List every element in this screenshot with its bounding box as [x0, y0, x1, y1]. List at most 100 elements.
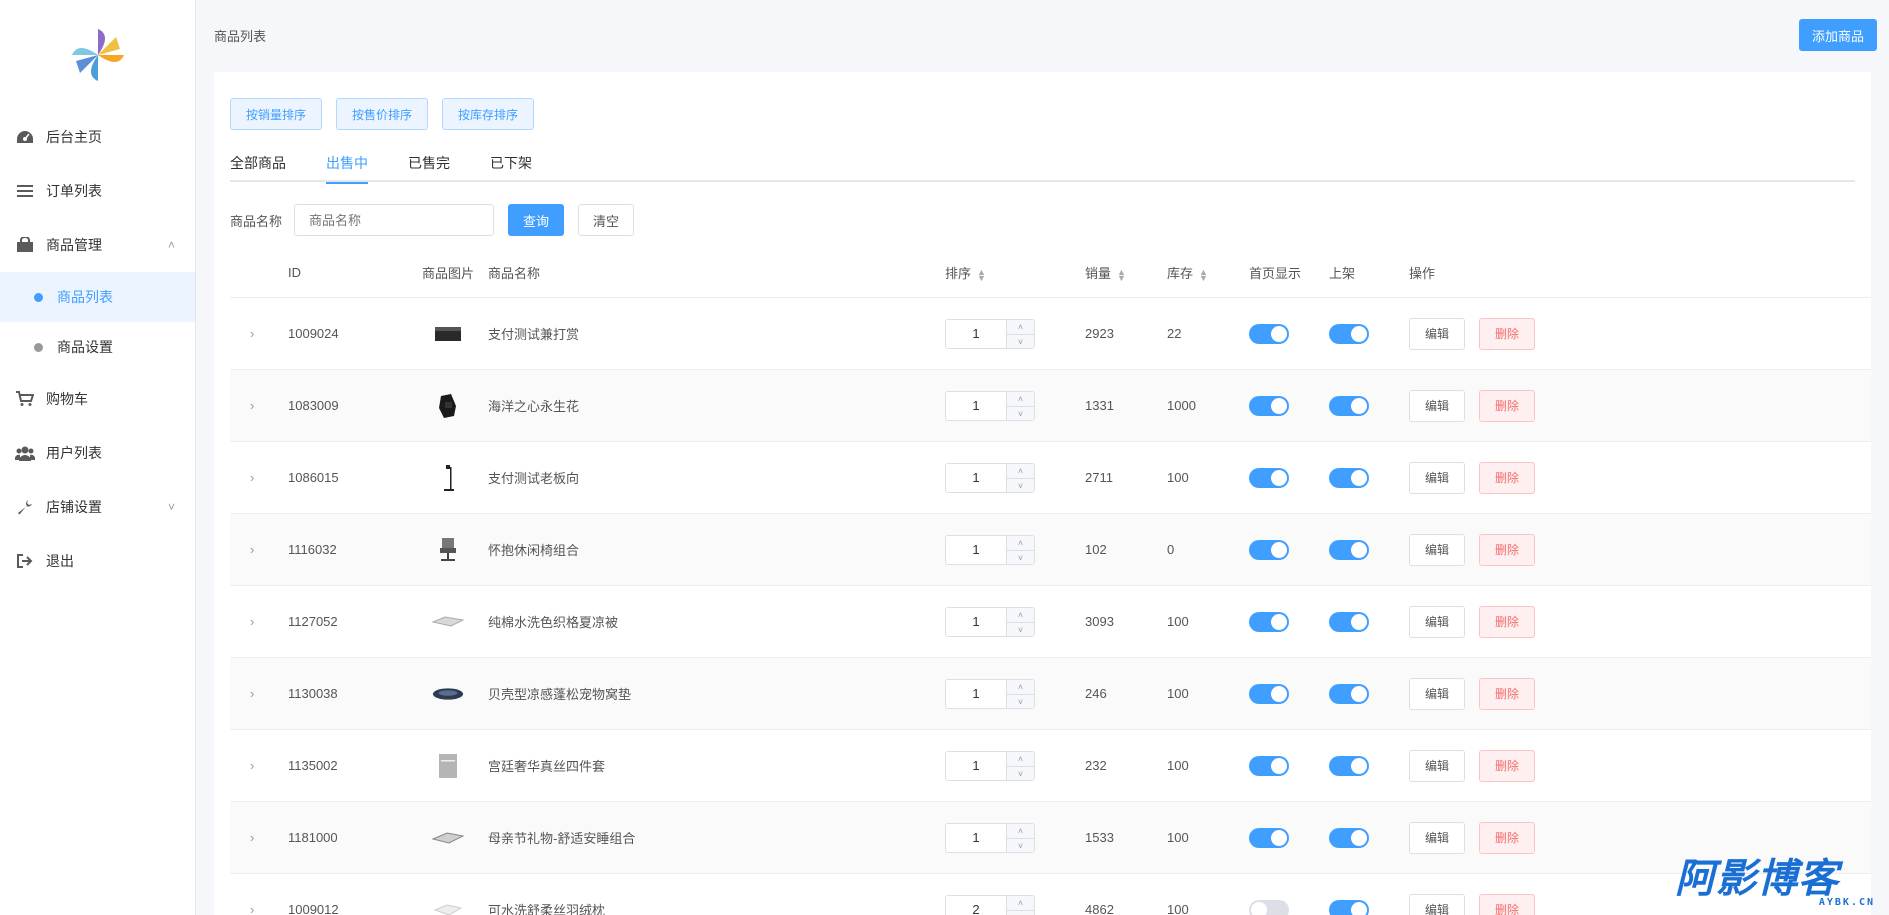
home-display-switch[interactable] — [1249, 683, 1289, 704]
decrement-icon[interactable]: ˅ — [1007, 479, 1034, 493]
home-display-switch[interactable] — [1249, 611, 1289, 632]
delete-button[interactable]: 删除 — [1479, 821, 1535, 854]
decrement-icon[interactable]: ˅ — [1007, 335, 1034, 349]
sort-value[interactable]: 1 — [946, 536, 1006, 564]
sort-stepper[interactable]: 1 ˄ ˅ — [945, 822, 1035, 853]
sidebar-subitem-goods-list[interactable]: 商品列表 — [0, 272, 195, 322]
delete-button[interactable]: 删除 — [1479, 677, 1535, 710]
home-display-switch[interactable] — [1249, 899, 1289, 915]
decrement-icon[interactable]: ˅ — [1007, 551, 1034, 565]
edit-button[interactable]: 编辑 — [1409, 533, 1465, 566]
home-display-switch[interactable] — [1249, 395, 1289, 416]
col-sort[interactable]: 排序 ▲ ▼ — [945, 263, 1085, 282]
decrement-icon[interactable]: ˅ — [1007, 839, 1034, 853]
increment-icon[interactable]: ˄ — [1007, 608, 1034, 623]
expand-chevron-icon[interactable]: › — [230, 542, 288, 557]
decrement-icon[interactable]: ˅ — [1007, 623, 1034, 637]
delete-button[interactable]: 删除 — [1479, 749, 1535, 782]
sidebar-item-logout[interactable]: 退出 — [0, 534, 195, 588]
tab-off-shelf[interactable]: 已下架 — [470, 152, 552, 182]
sidebar-subitem-goods-settings[interactable]: 商品设置 — [0, 322, 195, 372]
on-shelf-switch[interactable] — [1329, 611, 1369, 632]
expand-chevron-icon[interactable]: › — [230, 470, 288, 485]
delete-button[interactable]: 删除 — [1479, 461, 1535, 494]
on-shelf-switch[interactable] — [1329, 323, 1369, 344]
sort-value[interactable]: 1 — [946, 680, 1006, 708]
increment-icon[interactable]: ˄ — [1007, 680, 1034, 695]
sort-value[interactable]: 1 — [946, 824, 1006, 852]
sort-by-price-button[interactable]: 按售价排序 — [336, 98, 429, 130]
tab-all-goods[interactable]: 全部商品 — [230, 152, 306, 182]
col-sales[interactable]: 销量 ▲ ▼ — [1085, 263, 1167, 282]
expand-chevron-icon[interactable]: › — [230, 398, 288, 413]
sidebar-item-dashboard[interactable]: 后台主页 — [0, 110, 195, 164]
sort-stepper[interactable]: 1 ˄ ˅ — [945, 318, 1035, 349]
home-display-switch[interactable] — [1249, 323, 1289, 344]
edit-button[interactable]: 编辑 — [1409, 821, 1465, 854]
sort-by-stock-button[interactable]: 按库存排序 — [442, 98, 535, 130]
on-shelf-switch[interactable] — [1329, 755, 1369, 776]
sort-stepper[interactable]: 1 ˄ ˅ — [945, 390, 1035, 421]
expand-chevron-icon[interactable]: › — [230, 758, 288, 773]
on-shelf-switch[interactable] — [1329, 683, 1369, 704]
home-display-switch[interactable] — [1249, 539, 1289, 560]
edit-button[interactable]: 编辑 — [1409, 605, 1465, 638]
increment-icon[interactable]: ˄ — [1007, 752, 1034, 767]
sidebar-item-cart[interactable]: 购物车 — [0, 372, 195, 426]
delete-button[interactable]: 删除 — [1479, 317, 1535, 350]
goods-name-input[interactable] — [294, 204, 495, 236]
tab-sold-out[interactable]: 已售完 — [388, 152, 470, 182]
increment-icon[interactable]: ˄ — [1007, 536, 1034, 551]
expand-chevron-icon[interactable]: › — [230, 830, 288, 845]
expand-chevron-icon[interactable]: › — [230, 614, 288, 629]
edit-button[interactable]: 编辑 — [1409, 317, 1465, 350]
decrement-icon[interactable]: ˅ — [1007, 911, 1034, 915]
on-shelf-switch[interactable] — [1329, 395, 1369, 416]
increment-icon[interactable]: ˄ — [1007, 896, 1034, 911]
increment-icon[interactable]: ˄ — [1007, 464, 1034, 479]
sort-caret-icon[interactable]: ▲ ▼ — [1199, 267, 1208, 282]
sort-value[interactable]: 1 — [946, 608, 1006, 636]
edit-button[interactable]: 编辑 — [1409, 749, 1465, 782]
expand-chevron-icon[interactable]: › — [230, 686, 288, 701]
expand-chevron-icon[interactable]: › — [230, 902, 288, 915]
sort-value[interactable]: 1 — [946, 752, 1006, 780]
home-display-switch[interactable] — [1249, 467, 1289, 488]
edit-button[interactable]: 编辑 — [1409, 389, 1465, 422]
sort-caret-icon[interactable]: ▲ ▼ — [1117, 267, 1126, 282]
decrement-icon[interactable]: ˅ — [1007, 695, 1034, 709]
home-display-switch[interactable] — [1249, 755, 1289, 776]
sort-value[interactable]: 1 — [946, 392, 1006, 420]
expand-chevron-icon[interactable]: › — [230, 326, 288, 341]
decrement-icon[interactable]: ˅ — [1007, 767, 1034, 781]
decrement-icon[interactable]: ˅ — [1007, 407, 1034, 421]
sort-stepper[interactable]: 1 ˄ ˅ — [945, 606, 1035, 637]
sidebar-item-goods-manage[interactable]: 商品管理 ˄ — [0, 218, 195, 272]
sort-stepper[interactable]: 1 ˄ ˅ — [945, 678, 1035, 709]
increment-icon[interactable]: ˄ — [1007, 392, 1034, 407]
on-shelf-switch[interactable] — [1329, 899, 1369, 915]
logo[interactable] — [0, 0, 195, 110]
tab-on-sale[interactable]: 出售中 — [306, 152, 388, 184]
increment-icon[interactable]: ˄ — [1007, 320, 1034, 335]
col-stock[interactable]: 库存 ▲ ▼ — [1167, 263, 1249, 282]
sort-value[interactable]: 2 — [946, 896, 1006, 915]
edit-button[interactable]: 编辑 — [1409, 893, 1465, 915]
sidebar-item-orders[interactable]: 订单列表 — [0, 164, 195, 218]
sort-caret-icon[interactable]: ▲ ▼ — [977, 267, 986, 282]
sort-stepper[interactable]: 2˄˅ — [945, 894, 1035, 915]
edit-button[interactable]: 编辑 — [1409, 461, 1465, 494]
sort-stepper[interactable]: 1 ˄ ˅ — [945, 534, 1035, 565]
sort-value[interactable]: 1 — [946, 320, 1006, 348]
on-shelf-switch[interactable] — [1329, 827, 1369, 848]
edit-button[interactable]: 编辑 — [1409, 677, 1465, 710]
increment-icon[interactable]: ˄ — [1007, 824, 1034, 839]
query-button[interactable]: 查询 — [508, 204, 565, 236]
sidebar-item-shop-settings[interactable]: 店铺设置 ˅ — [0, 480, 195, 534]
delete-button[interactable]: 删除 — [1479, 893, 1535, 915]
delete-button[interactable]: 删除 — [1479, 389, 1535, 422]
sort-by-sales-button[interactable]: 按销量排序 — [230, 98, 323, 130]
delete-button[interactable]: 删除 — [1479, 533, 1535, 566]
home-display-switch[interactable] — [1249, 827, 1289, 848]
on-shelf-switch[interactable] — [1329, 539, 1369, 560]
